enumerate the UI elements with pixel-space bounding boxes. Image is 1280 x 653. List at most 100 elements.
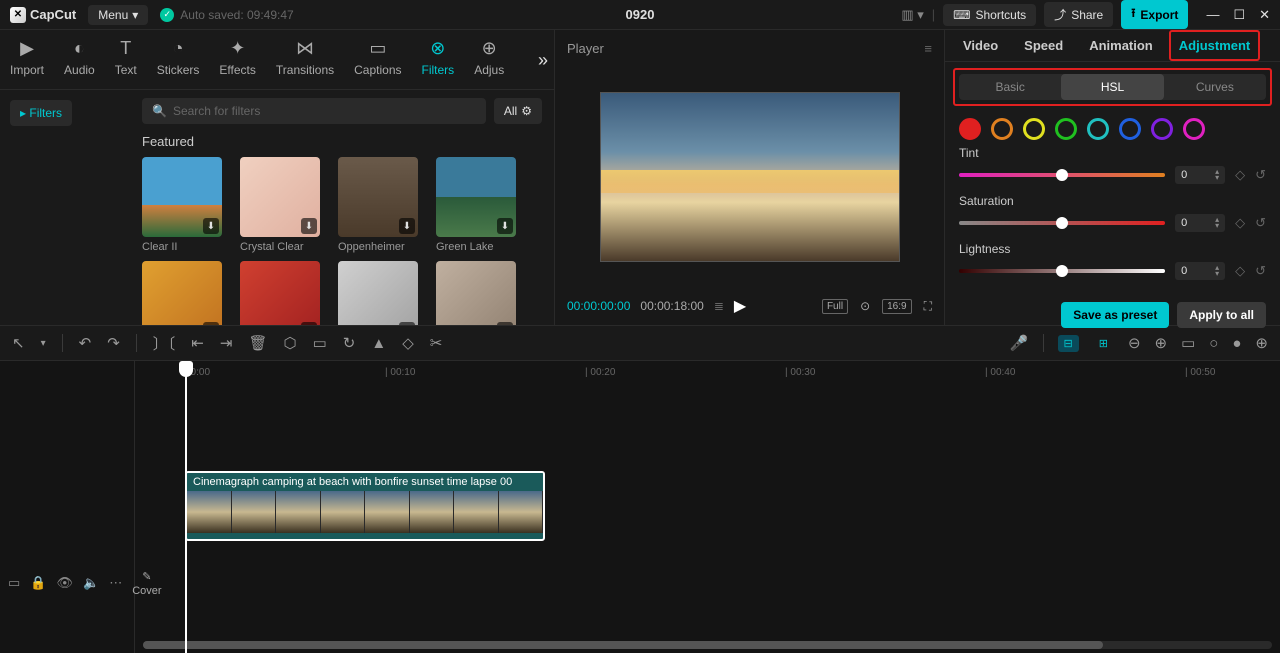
timeline-ruler[interactable]: 00:00| 00:10| 00:20| 00:30| 00:40| 00:50 xyxy=(135,361,1280,387)
zoom-slider[interactable]: ● xyxy=(1232,335,1241,352)
undo-button[interactable]: ↶ xyxy=(79,334,92,352)
saturation-slider[interactable] xyxy=(959,221,1165,225)
filter-thumb[interactable]: ⬇Green Lake xyxy=(436,157,516,253)
reset-icon[interactable]: ↺ xyxy=(1255,167,1266,183)
filter-all-button[interactable]: All⚙ xyxy=(494,98,542,124)
subtab-curves[interactable]: Curves xyxy=(1164,74,1266,100)
horizontal-scrollbar[interactable] xyxy=(143,641,1272,649)
color-swatch[interactable] xyxy=(959,118,981,140)
download-icon[interactable]: ⬇ xyxy=(497,322,513,325)
align-icon[interactable]: ⊕ xyxy=(1155,334,1168,352)
lib-tab-stickers[interactable]: ◔Stickers xyxy=(147,30,210,89)
subtab-hsl[interactable]: HSL xyxy=(1061,74,1163,100)
export-button[interactable]: ⭱Export xyxy=(1121,0,1188,29)
aspect-ratio-button[interactable]: 16:9 xyxy=(882,299,911,314)
color-swatch[interactable] xyxy=(1151,118,1173,140)
list-icon[interactable]: ≣ xyxy=(714,299,724,313)
adj-tab-video[interactable]: Video xyxy=(953,30,1008,61)
download-icon[interactable]: ⬇ xyxy=(399,322,415,325)
lib-tab-effects[interactable]: ✦Effects xyxy=(209,30,265,89)
slider-value[interactable]: 0▴▾ xyxy=(1175,166,1225,184)
delete-tool[interactable]: 🗑 xyxy=(248,334,267,352)
trim-right-tool[interactable]: ⇥ xyxy=(220,334,233,352)
download-icon[interactable]: ⬇ xyxy=(399,218,415,234)
crop-tool[interactable]: ✂ xyxy=(430,334,443,352)
download-icon[interactable]: ⬇ xyxy=(301,218,317,234)
share-button[interactable]: ⤴Share xyxy=(1044,2,1113,27)
color-swatch[interactable] xyxy=(1055,118,1077,140)
search-input[interactable]: 🔍 Search for filters xyxy=(142,98,486,124)
mic-icon[interactable]: 🎤 xyxy=(1010,334,1029,352)
download-icon[interactable]: ⬇ xyxy=(497,218,513,234)
filter-thumb[interactable]: ⬇Oppenheimer xyxy=(338,157,418,253)
zoom-in-icon[interactable]: ⊕ xyxy=(1255,334,1268,352)
filter-thumb[interactable]: ⬇ xyxy=(142,261,222,325)
track-collapse-icon[interactable]: ▭ xyxy=(8,575,20,591)
lightness-slider[interactable] xyxy=(959,269,1165,273)
lib-tab-transitions[interactable]: ⋈Transitions xyxy=(266,30,344,89)
lib-tab-audio[interactable]: ◐Audio xyxy=(54,30,105,89)
timeline-tracks[interactable]: 00:00| 00:10| 00:20| 00:30| 00:40| 00:50… xyxy=(135,361,1280,653)
play-button[interactable]: ▶ xyxy=(734,296,746,316)
lib-tab-filters[interactable]: ⊗Filters xyxy=(412,30,465,89)
close-button[interactable]: ✕ xyxy=(1259,7,1270,23)
more-icon[interactable]: ⋯ xyxy=(109,575,122,591)
cursor-tool[interactable]: ↖ xyxy=(12,334,25,352)
keyframe-icon[interactable]: ◇ xyxy=(1235,215,1245,231)
color-swatch[interactable] xyxy=(991,118,1013,140)
keyframe-icon[interactable]: ◇ xyxy=(1235,263,1245,279)
fullscreen-icon[interactable]: ⛶ xyxy=(924,299,932,314)
lib-tab-adjus[interactable]: ⊕Adjus xyxy=(464,30,514,89)
adj-tab-speed[interactable]: Speed xyxy=(1014,30,1073,61)
mirror-tool[interactable]: ▲ xyxy=(371,335,386,352)
download-icon[interactable]: ⬇ xyxy=(301,322,317,325)
color-swatch[interactable] xyxy=(1023,118,1045,140)
rotate-tool[interactable]: ↻ xyxy=(343,334,356,352)
redo-button[interactable]: ↷ xyxy=(107,334,120,352)
keyframe-icon[interactable]: ◇ xyxy=(1235,167,1245,183)
magnet-toggle[interactable]: ⊞ xyxy=(1093,335,1114,352)
mute-icon[interactable]: 🔈 xyxy=(83,575,99,591)
shortcuts-button[interactable]: ⌨Shortcuts xyxy=(943,4,1036,26)
save-preset-button[interactable]: Save as preset xyxy=(1061,302,1169,328)
more-icon[interactable]: » xyxy=(538,50,548,71)
filter-thumb[interactable]: ⬇Clear II xyxy=(142,157,222,253)
zoom-out-icon[interactable]: ○ xyxy=(1209,335,1218,352)
reset-icon[interactable]: ↺ xyxy=(1255,215,1266,231)
color-swatch[interactable] xyxy=(1183,118,1205,140)
stepper-icon[interactable]: ▴▾ xyxy=(1215,217,1219,229)
download-icon[interactable]: ⬇ xyxy=(203,322,219,325)
video-clip[interactable]: Cinemagraph camping at beach with bonfir… xyxy=(185,471,545,541)
subtab-basic[interactable]: Basic xyxy=(959,74,1061,100)
lib-tab-import[interactable]: ▶Import xyxy=(0,30,54,89)
adj-tab-adjustment[interactable]: Adjustment xyxy=(1169,30,1261,61)
hamburger-icon[interactable]: ≡ xyxy=(924,41,932,56)
filter-thumb[interactable]: ⬇Crystal Clear xyxy=(240,157,320,253)
filter-thumb[interactable]: ⬇ xyxy=(338,261,418,325)
adj-tab-animation[interactable]: Animation xyxy=(1079,30,1163,61)
copy-tool[interactable]: ▭ xyxy=(313,334,327,352)
stepper-icon[interactable]: ▴▾ xyxy=(1215,169,1219,181)
minimize-button[interactable]: — xyxy=(1206,7,1219,23)
link-icon[interactable]: ⊖ xyxy=(1128,334,1141,352)
filter-thumb[interactable]: ⬇ xyxy=(436,261,516,325)
tint-slider[interactable] xyxy=(959,173,1165,177)
color-swatch[interactable] xyxy=(1119,118,1141,140)
cursor-dropdown[interactable]: ▾ xyxy=(41,338,46,349)
slider-value[interactable]: 0▴▾ xyxy=(1175,262,1225,280)
slider-value[interactable]: 0▴▾ xyxy=(1175,214,1225,232)
lib-tab-captions[interactable]: ▭Captions xyxy=(344,30,411,89)
full-button[interactable]: Full xyxy=(822,299,848,314)
lock-icon[interactable]: 🔒 xyxy=(30,575,46,591)
lib-tab-text[interactable]: TText xyxy=(105,30,147,89)
filter-thumb[interactable]: ⬇ xyxy=(240,261,320,325)
focus-icon[interactable]: ⊙ xyxy=(860,299,870,313)
color-swatch[interactable] xyxy=(1087,118,1109,140)
layout-icon[interactable]: ▥ ▾ xyxy=(901,7,923,23)
speed-tool[interactable]: ◇ xyxy=(402,334,414,352)
trim-left-tool[interactable]: ⇤ xyxy=(191,334,204,352)
preview-icon[interactable]: ▭ xyxy=(1181,334,1195,352)
reset-icon[interactable]: ↺ xyxy=(1255,263,1266,279)
eye-icon[interactable]: 👁 xyxy=(56,575,73,591)
split-tool[interactable]: 〕〔 xyxy=(153,333,176,354)
